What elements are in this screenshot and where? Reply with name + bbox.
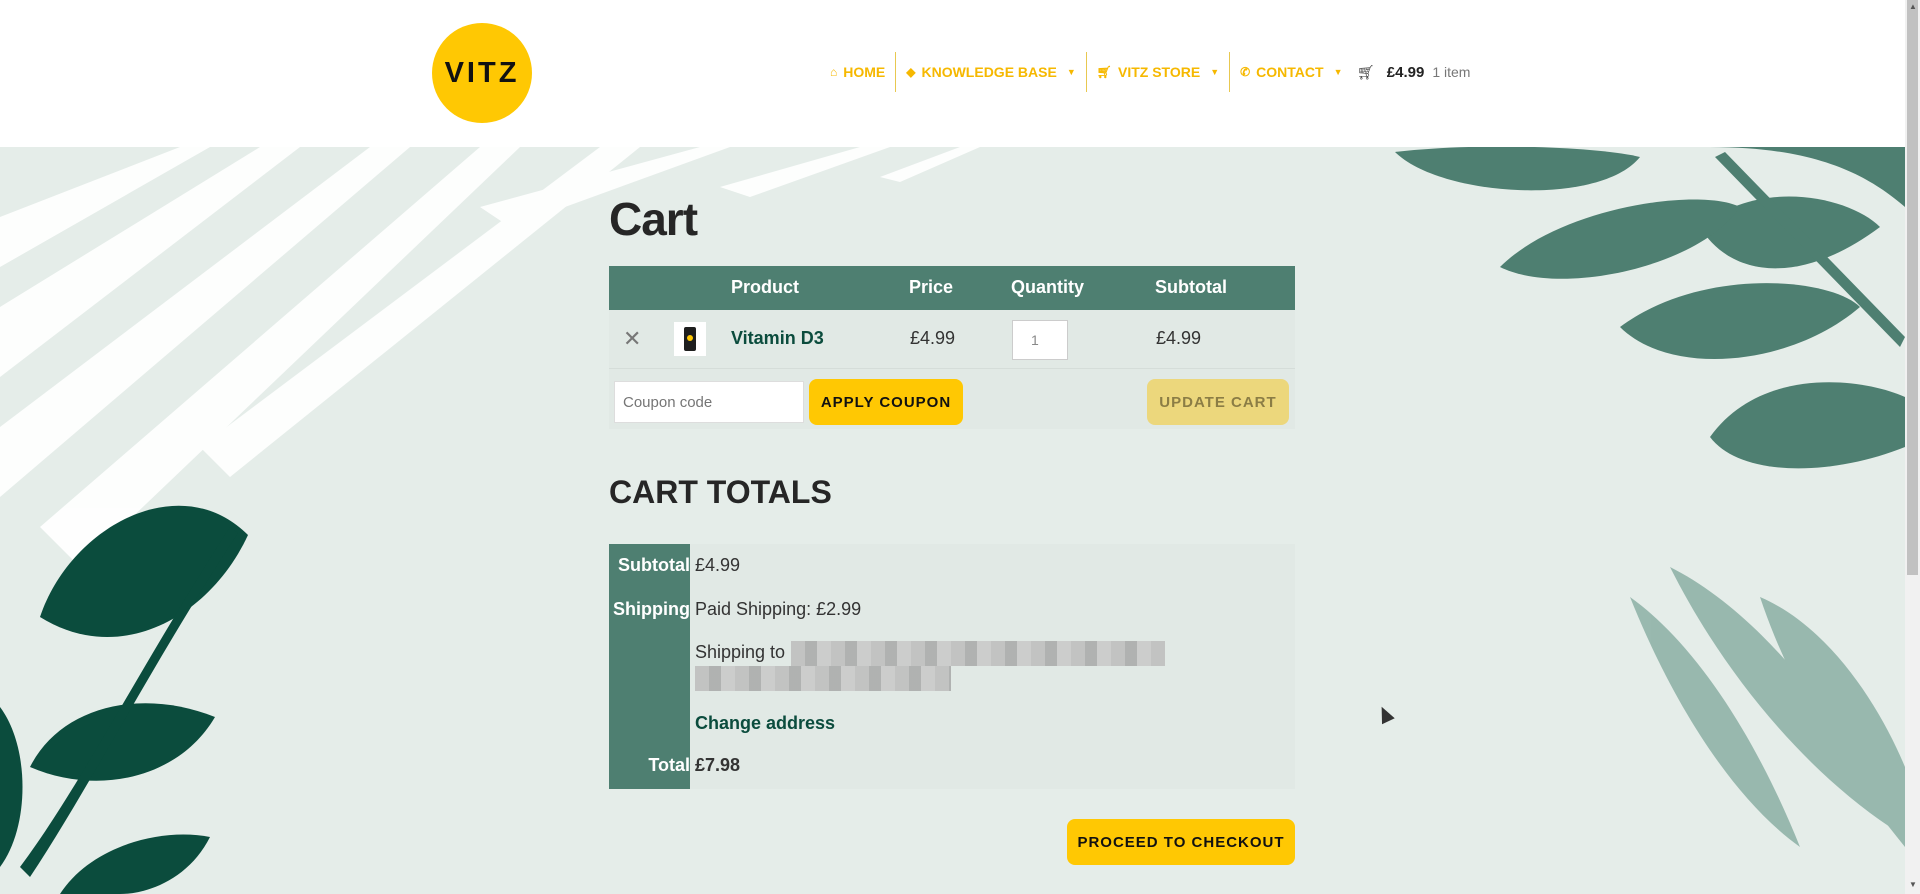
totals-label-column	[609, 544, 690, 789]
vitz-logo[interactable]: VITZ	[432, 23, 532, 123]
total-label: Total	[648, 755, 690, 775]
mini-cart[interactable]: 🛒︎ £4.99 1 item	[1357, 52, 1470, 92]
header-subtotal: Subtotal	[1155, 277, 1227, 297]
cart-icon: 🛒︎	[1357, 63, 1375, 80]
main-nav: ⌂ HOME ◆ KNOWLEDGE BASE ▼ 🛒︎ VITZ STORE …	[820, 52, 1353, 92]
change-address-link[interactable]: Change address	[695, 713, 835, 734]
cart-actions: APPLY COUPON UPDATE CART	[609, 369, 1295, 429]
update-cart-button[interactable]: UPDATE CART	[1147, 379, 1289, 425]
cart-table-header: Product Price Quantity Subtotal	[609, 266, 1295, 310]
header-product: Product	[731, 277, 800, 297]
page-title: Cart	[609, 193, 698, 245]
nav-label: VITZ STORE	[1117, 64, 1201, 80]
scrollbar-thumb[interactable]	[1907, 0, 1918, 575]
graduation-cap-icon: ◆	[906, 65, 916, 79]
caret-down-icon: ▼	[1333, 67, 1343, 77]
phone-icon: ✆	[1240, 65, 1251, 79]
header-quantity: Quantity	[1011, 277, 1085, 297]
shipping-label: Shipping	[613, 599, 690, 619]
coupon-code-input[interactable]	[614, 381, 804, 423]
nav-item-knowledge-base[interactable]: ◆ KNOWLEDGE BASE ▼	[896, 52, 1087, 92]
mini-cart-count: 1 item	[1432, 64, 1471, 80]
cart-item-row: ✕ Vitamin D3 £4.99 £4.99	[609, 310, 1295, 369]
site-header: VITZ ⌂ HOME ◆ KNOWLEDGE BASE ▼ 🛒︎ VITZ S…	[0, 0, 1905, 147]
cart-table: Product Price Quantity Subtotal ✕ Vitami…	[609, 266, 1295, 429]
redacted-address-line-1	[791, 641, 1165, 666]
nav-item-vitz-store[interactable]: 🛒︎ VITZ STORE ▼	[1087, 52, 1231, 92]
apply-coupon-button[interactable]: APPLY COUPON	[809, 379, 963, 425]
caret-down-icon: ▼	[1210, 67, 1220, 77]
nav-item-contact[interactable]: ✆ CONTACT ▼	[1230, 52, 1352, 92]
bottle-icon	[684, 327, 696, 351]
item-price: £4.99	[910, 328, 956, 348]
scroll-up-icon[interactable]: ▲	[1908, 2, 1918, 11]
scroll-down-icon[interactable]: ▼	[1908, 880, 1918, 889]
shipping-to-label: Shipping to	[695, 642, 786, 662]
product-thumbnail[interactable]	[674, 322, 706, 356]
cart-totals-table: Subtotal £4.99 Shipping Paid Shipping: £…	[609, 544, 1295, 789]
home-icon: ⌂	[830, 65, 838, 79]
item-subtotal: £4.99	[1156, 328, 1202, 348]
nav-label: HOME	[843, 64, 886, 80]
header-price: Price	[909, 277, 954, 297]
subtotal-value: £4.99	[695, 555, 741, 575]
caret-down-icon: ▼	[1066, 67, 1076, 77]
total-value: £7.98	[695, 755, 741, 775]
quantity-input[interactable]	[1012, 320, 1068, 360]
subtotal-label: Subtotal	[618, 555, 690, 575]
nav-label: CONTACT	[1256, 64, 1324, 80]
logo-text: VITZ	[444, 56, 520, 89]
nav-item-home[interactable]: ⌂ HOME	[820, 52, 897, 92]
shipping-method: Paid Shipping: £2.99	[695, 599, 862, 619]
redacted-address-line-2	[695, 666, 951, 691]
cart-totals-title: CART TOTALS	[609, 474, 832, 510]
remove-item-icon[interactable]: ✕	[623, 326, 641, 352]
nav-label: KNOWLEDGE BASE	[921, 64, 1057, 80]
product-name-link[interactable]: Vitamin D3	[731, 328, 824, 349]
mini-cart-amount: £4.99	[1386, 63, 1425, 81]
cart-icon: 🛒︎	[1096, 65, 1112, 79]
proceed-to-checkout-button[interactable]: PROCEED TO CHECKOUT	[1067, 819, 1295, 865]
